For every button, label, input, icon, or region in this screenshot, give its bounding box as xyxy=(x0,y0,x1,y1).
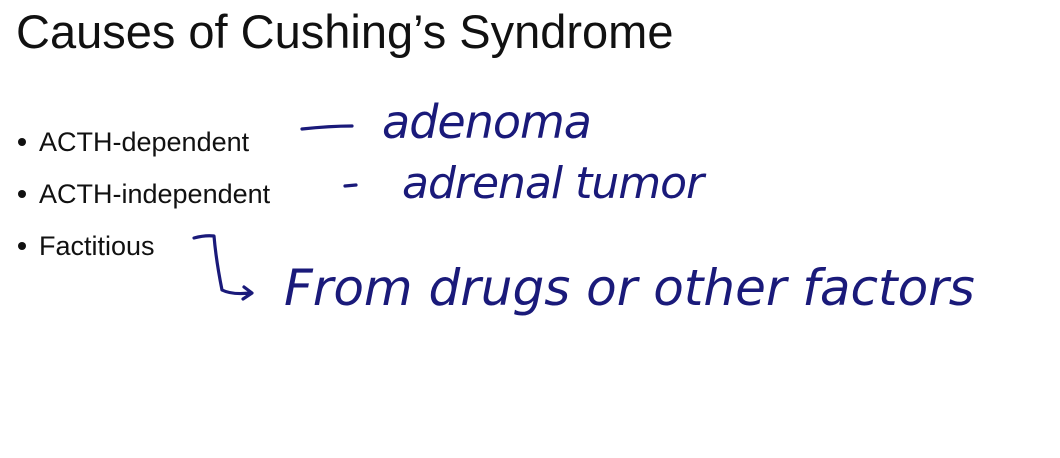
ink-note-factors: From drugs or other factors xyxy=(284,259,975,317)
ink-note-adrenal-tumor: adrenal tumor xyxy=(402,158,707,209)
ink-dash-2 xyxy=(343,183,358,188)
ink-annotation-layer: adenoma adrenal tumor From drugs or othe… xyxy=(192,95,975,317)
ink-arrow xyxy=(192,234,254,301)
ink-note-adenoma: adenoma xyxy=(382,95,591,149)
ink-dash-1 xyxy=(300,124,354,131)
slide: Causes of Cushing’s Syndrome ACTH-depend… xyxy=(0,0,1060,458)
